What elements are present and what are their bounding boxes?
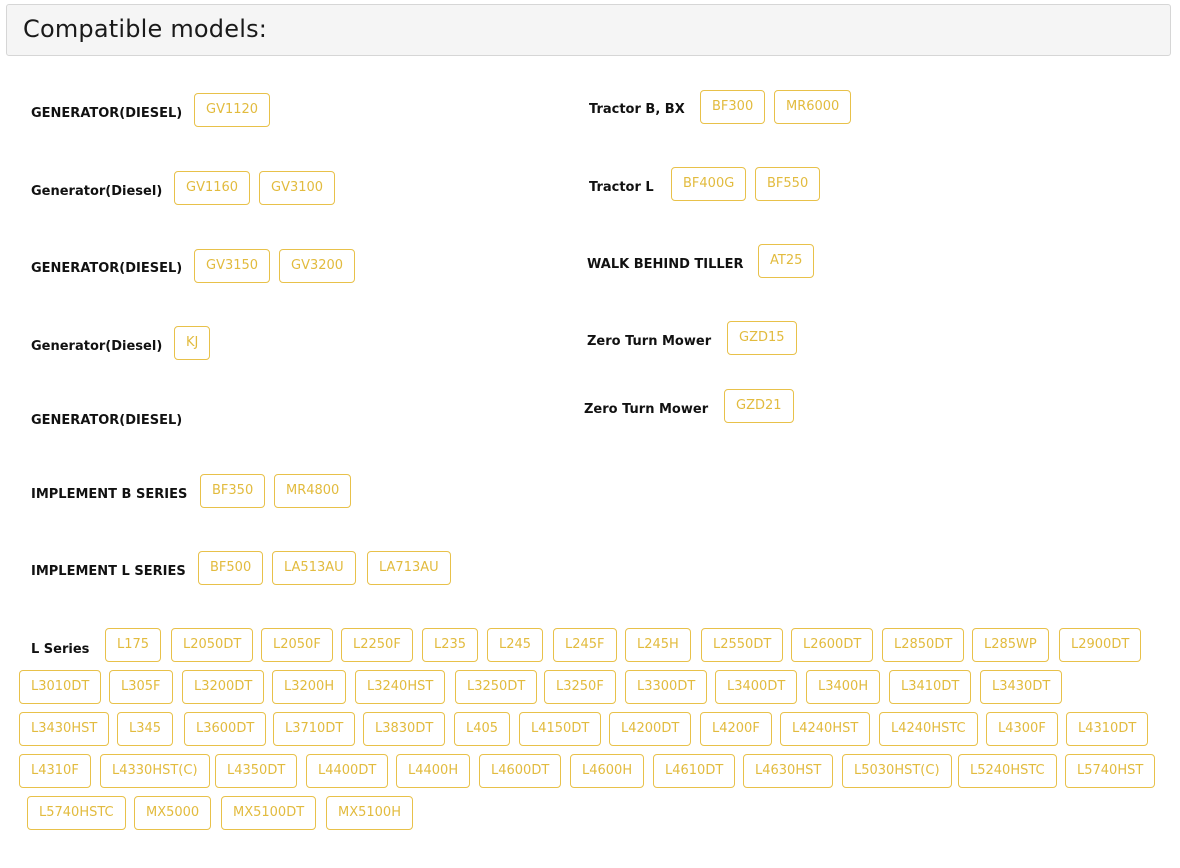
model-tag[interactable]: L3400H	[806, 670, 881, 704]
model-tag[interactable]: L3410DT	[889, 670, 972, 704]
model-tag[interactable]: L235	[422, 628, 479, 662]
model-tag[interactable]: GV1160	[174, 171, 251, 205]
category-label: IMPLEMENT B SERIES	[31, 487, 188, 502]
model-tag[interactable]: L2600DT	[791, 628, 874, 662]
model-tag[interactable]: L245H	[625, 628, 691, 662]
model-tag[interactable]: BF500	[198, 551, 264, 585]
model-tag[interactable]: L5740HSTC	[27, 796, 126, 830]
model-tag[interactable]: L345	[117, 712, 174, 746]
model-tag[interactable]: BF300	[700, 90, 766, 124]
category-label: Zero Turn Mower	[587, 334, 712, 349]
model-tag[interactable]: LA513AU	[272, 551, 356, 585]
model-tag[interactable]: MX5100H	[326, 796, 413, 830]
model-tag[interactable]: L4200F	[700, 712, 772, 746]
model-tag[interactable]: L4240HSTC	[879, 712, 978, 746]
model-tag[interactable]: BF350	[200, 474, 266, 508]
model-tag[interactable]: L3600DT	[184, 712, 267, 746]
model-tag[interactable]: L3250F	[544, 670, 616, 704]
model-tag[interactable]: L5240HSTC	[958, 754, 1057, 788]
model-tag[interactable]: AT25	[758, 244, 815, 278]
model-tag[interactable]: L2250F	[341, 628, 413, 662]
model-tag[interactable]: L4310F	[19, 754, 91, 788]
model-tag[interactable]: L2050F	[261, 628, 333, 662]
model-tag[interactable]: L3430HST	[19, 712, 110, 746]
model-tag[interactable]: L4310DT	[1066, 712, 1149, 746]
model-tag[interactable]: GZD15	[727, 321, 797, 355]
model-tag[interactable]: L5030HST(C)	[842, 754, 952, 788]
model-tag[interactable]: KJ	[174, 326, 211, 360]
model-tag[interactable]: L4400H	[396, 754, 471, 788]
model-tag[interactable]: L305F	[109, 670, 173, 704]
model-tag[interactable]: L3300DT	[625, 670, 708, 704]
model-tag[interactable]: L3240HST	[355, 670, 446, 704]
category-label: Zero Turn Mower	[584, 402, 709, 417]
category-label: Tractor B, BX	[589, 102, 685, 117]
category-label: WALK BEHIND TILLER	[587, 257, 744, 272]
model-tag[interactable]: GV1120	[194, 93, 271, 127]
model-tag[interactable]: L4600H	[570, 754, 645, 788]
category-label: IMPLEMENT L SERIES	[31, 564, 186, 579]
model-tag[interactable]: L3200H	[272, 670, 347, 704]
model-tag[interactable]: L405	[454, 712, 511, 746]
model-tag[interactable]: GV3150	[194, 249, 271, 283]
model-tag[interactable]: L4330HST(C)	[100, 754, 210, 788]
category-label: Generator(Diesel)	[31, 184, 163, 199]
model-tag[interactable]: L245	[487, 628, 544, 662]
model-tag[interactable]: L3430DT	[980, 670, 1063, 704]
category-label: GENERATOR(DIESEL)	[31, 106, 183, 121]
model-tag[interactable]: MX5000	[134, 796, 212, 830]
model-tag[interactable]: GV3100	[259, 171, 336, 205]
model-tag[interactable]: LA713AU	[367, 551, 451, 585]
model-tag[interactable]: L4400DT	[306, 754, 389, 788]
model-tag[interactable]: MR4800	[274, 474, 352, 508]
model-tag[interactable]: BF400G	[671, 167, 747, 201]
model-tag[interactable]: L285WP	[972, 628, 1049, 662]
model-tag[interactable]: GZD21	[724, 389, 794, 423]
category-label: Generator(Diesel)	[31, 339, 163, 354]
model-tag[interactable]: L3010DT	[19, 670, 102, 704]
model-tag[interactable]: L3250DT	[455, 670, 538, 704]
model-tag[interactable]: L3200DT	[182, 670, 265, 704]
model-tag[interactable]: L245F	[553, 628, 617, 662]
model-tag[interactable]: L2850DT	[882, 628, 965, 662]
model-tag[interactable]: L2050DT	[171, 628, 254, 662]
model-tag[interactable]: L5740HST	[1065, 754, 1156, 788]
model-tag[interactable]: L4150DT	[519, 712, 602, 746]
model-tag[interactable]: L4240HST	[780, 712, 871, 746]
model-tag[interactable]: L2900DT	[1059, 628, 1142, 662]
category-label: L Series	[31, 642, 90, 657]
model-tag[interactable]: L4610DT	[653, 754, 736, 788]
category-label: Tractor L	[589, 180, 654, 195]
model-tag[interactable]: L2550DT	[701, 628, 784, 662]
model-tag[interactable]: BF550	[755, 167, 821, 201]
model-tag[interactable]: GV3200	[279, 249, 356, 283]
model-tag[interactable]: L4630HST	[743, 754, 834, 788]
section-title: Compatible models:	[23, 15, 268, 43]
model-tag[interactable]: L175	[105, 628, 162, 662]
section-header: Compatible models:	[6, 4, 1171, 56]
model-tag[interactable]: L3830DT	[363, 712, 446, 746]
model-tag[interactable]: L4350DT	[215, 754, 298, 788]
model-tag[interactable]: L3400DT	[715, 670, 798, 704]
model-tag[interactable]: MR6000	[774, 90, 852, 124]
category-label: GENERATOR(DIESEL)	[31, 261, 183, 276]
category-label: GENERATOR(DIESEL)	[31, 413, 183, 428]
model-tag[interactable]: L4200DT	[609, 712, 692, 746]
model-tag[interactable]: MX5100DT	[221, 796, 317, 830]
model-tag[interactable]: L4300F	[986, 712, 1058, 746]
model-tag[interactable]: L3710DT	[273, 712, 356, 746]
model-tag[interactable]: L4600DT	[479, 754, 562, 788]
